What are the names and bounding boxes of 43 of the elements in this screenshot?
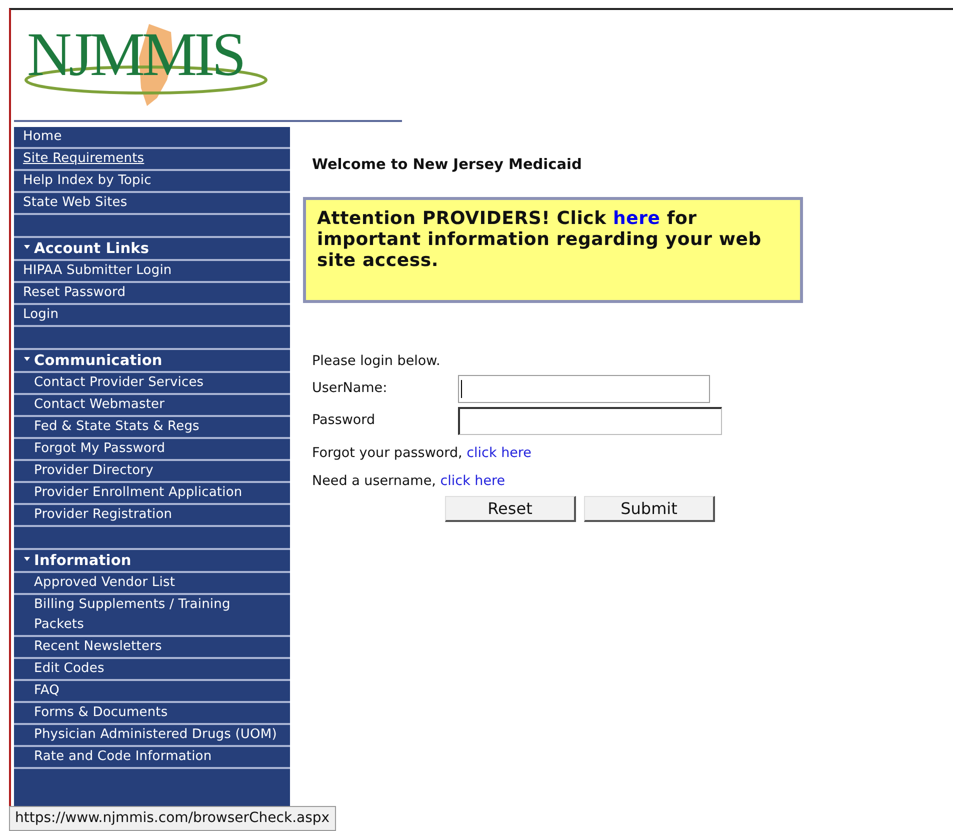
sidebar-link[interactable]: Reset Password — [23, 283, 281, 303]
section-header: Communication — [34, 352, 162, 371]
sidebar-link[interactable]: Login — [23, 305, 281, 325]
sidebar-link[interactable]: Approved Vendor List — [23, 573, 281, 593]
sidebar-link[interactable]: Recent Newsletters — [23, 637, 281, 657]
sidebar-link[interactable]: Provider Directory — [23, 461, 281, 481]
input-field[interactable] — [458, 407, 722, 435]
sidebar-link[interactable]: HIPAA Submitter Login — [23, 261, 281, 281]
caret-icon — [23, 356, 31, 362]
help-text: Forgot your password, click here — [312, 444, 532, 463]
sidebar-link[interactable]: Contact Webmaster — [23, 395, 281, 415]
field-label: UserName: — [312, 379, 388, 398]
login-prompt: Please login below. — [312, 352, 442, 371]
click-here-link[interactable]: click here — [440, 473, 506, 490]
sidebar-link[interactable]: Billing Supplements / Training Packets — [23, 595, 281, 635]
form-button[interactable]: Reset — [445, 496, 576, 522]
sidebar-link[interactable]: Site Requirements — [23, 151, 144, 166]
sidebar-link[interactable]: FAQ — [23, 681, 281, 701]
sidebar-link[interactable]: Forms & Documents — [23, 703, 281, 723]
sidebar-link[interactable]: State Web Sites — [23, 195, 128, 210]
section-header: Information — [34, 552, 132, 571]
input-field[interactable] — [458, 375, 710, 403]
sidebar-link[interactable]: Provider Enrollment Application — [23, 483, 281, 503]
click-here-link[interactable]: click here — [466, 445, 532, 461]
sidebar-link[interactable]: Contact Provider Services — [23, 373, 281, 393]
section-header: Account Links — [34, 240, 150, 259]
help-text: Need a username, click here — [312, 472, 506, 492]
notice-text: Attention PROVIDERS! Click here for important information regarding your web site access. — [317, 208, 762, 271]
url-tooltip: https://www.njmmis.com/browserCheck.aspx — [9, 806, 336, 831]
field-label: Password — [312, 411, 376, 430]
caret-icon — [23, 556, 31, 562]
sidebar-link[interactable]: Edit Codes — [23, 659, 281, 679]
form-button[interactable]: Submit — [584, 496, 715, 522]
welcome-heading: Welcome to New Jersey Medicaid — [312, 156, 583, 175]
caret-icon — [23, 244, 31, 250]
sidebar-link[interactable]: Help Index by Topic — [23, 173, 152, 188]
sidebar-link[interactable]: Fed & State Stats & Regs — [23, 417, 281, 437]
sidebar-link[interactable]: Provider Registration — [23, 505, 281, 525]
here-link[interactable]: here — [612, 208, 660, 229]
sidebar-link[interactable]: Home — [23, 129, 62, 144]
sidebar-link[interactable]: Forgot My Password — [23, 439, 281, 459]
sidebar-link[interactable]: Rate and Code Information — [23, 747, 281, 767]
sidebar-link[interactable]: Physician Administered Drugs (UOM) — [23, 725, 281, 745]
